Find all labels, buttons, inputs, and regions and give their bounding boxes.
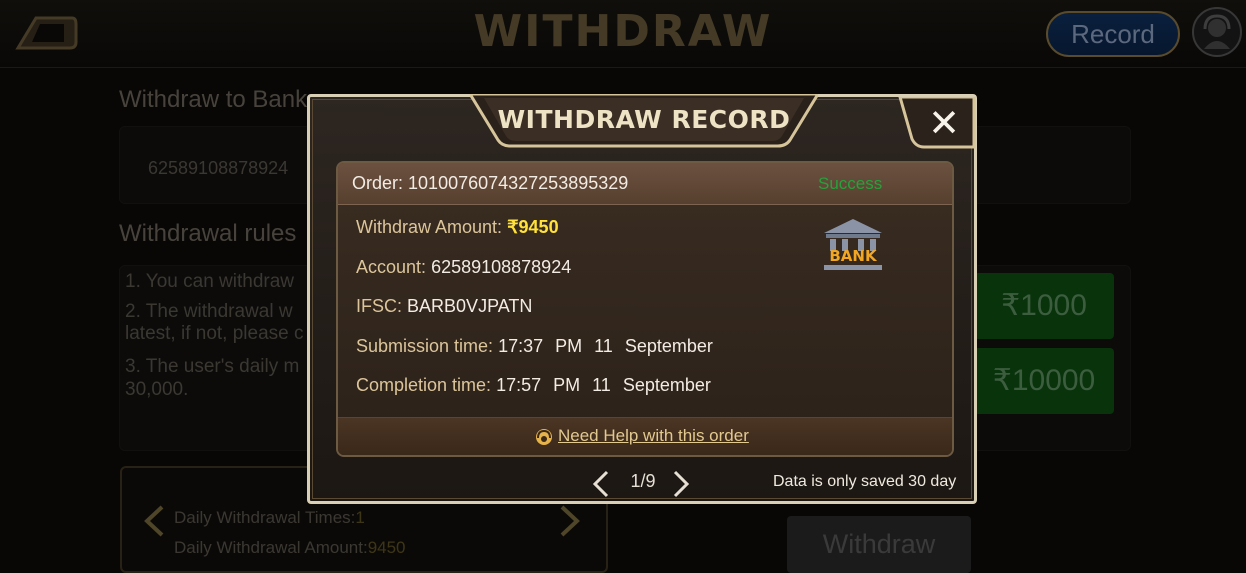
- page-indicator: 1/9: [630, 471, 656, 491]
- account-row: Account: 62589108878924: [356, 257, 572, 277]
- headset-icon: [536, 429, 552, 445]
- chevron-right-icon[interactable]: [670, 469, 692, 499]
- completion-time-row: Completion time: 17:57 PM 11 September: [356, 375, 711, 395]
- bank-icon: BANK: [824, 219, 882, 270]
- need-help-link[interactable]: Need Help with this order: [558, 426, 749, 446]
- order-number: Order: 101007607432725389532​9: [352, 173, 629, 193]
- data-retention-note: Data is only saved 30 day: [773, 473, 957, 490]
- modal-title: WITHDRAW RECORD: [497, 105, 791, 134]
- withdraw-record-modal: WITHDRAW RECORD ✕ Order: 101007607432725…: [307, 94, 977, 504]
- help-row: Need Help with this order: [338, 417, 952, 455]
- chevron-left-icon[interactable]: [590, 469, 612, 499]
- close-icon[interactable]: ✕: [924, 99, 964, 145]
- withdraw-amount-row: Withdraw Amount: ₹9450: [356, 217, 559, 237]
- ifsc-row: IFSC: BARB0VJPATN: [356, 296, 533, 316]
- status-badge: Success: [818, 174, 883, 193]
- order-row: Order: 101007607432725389532​9 Success: [338, 163, 952, 205]
- bank-icon-label: BANK: [829, 247, 878, 265]
- record-card: Order: 101007607432725389532​9 Success W…: [336, 161, 954, 457]
- submission-time-row: Submission time: 17:37 PM 11 September: [356, 336, 713, 356]
